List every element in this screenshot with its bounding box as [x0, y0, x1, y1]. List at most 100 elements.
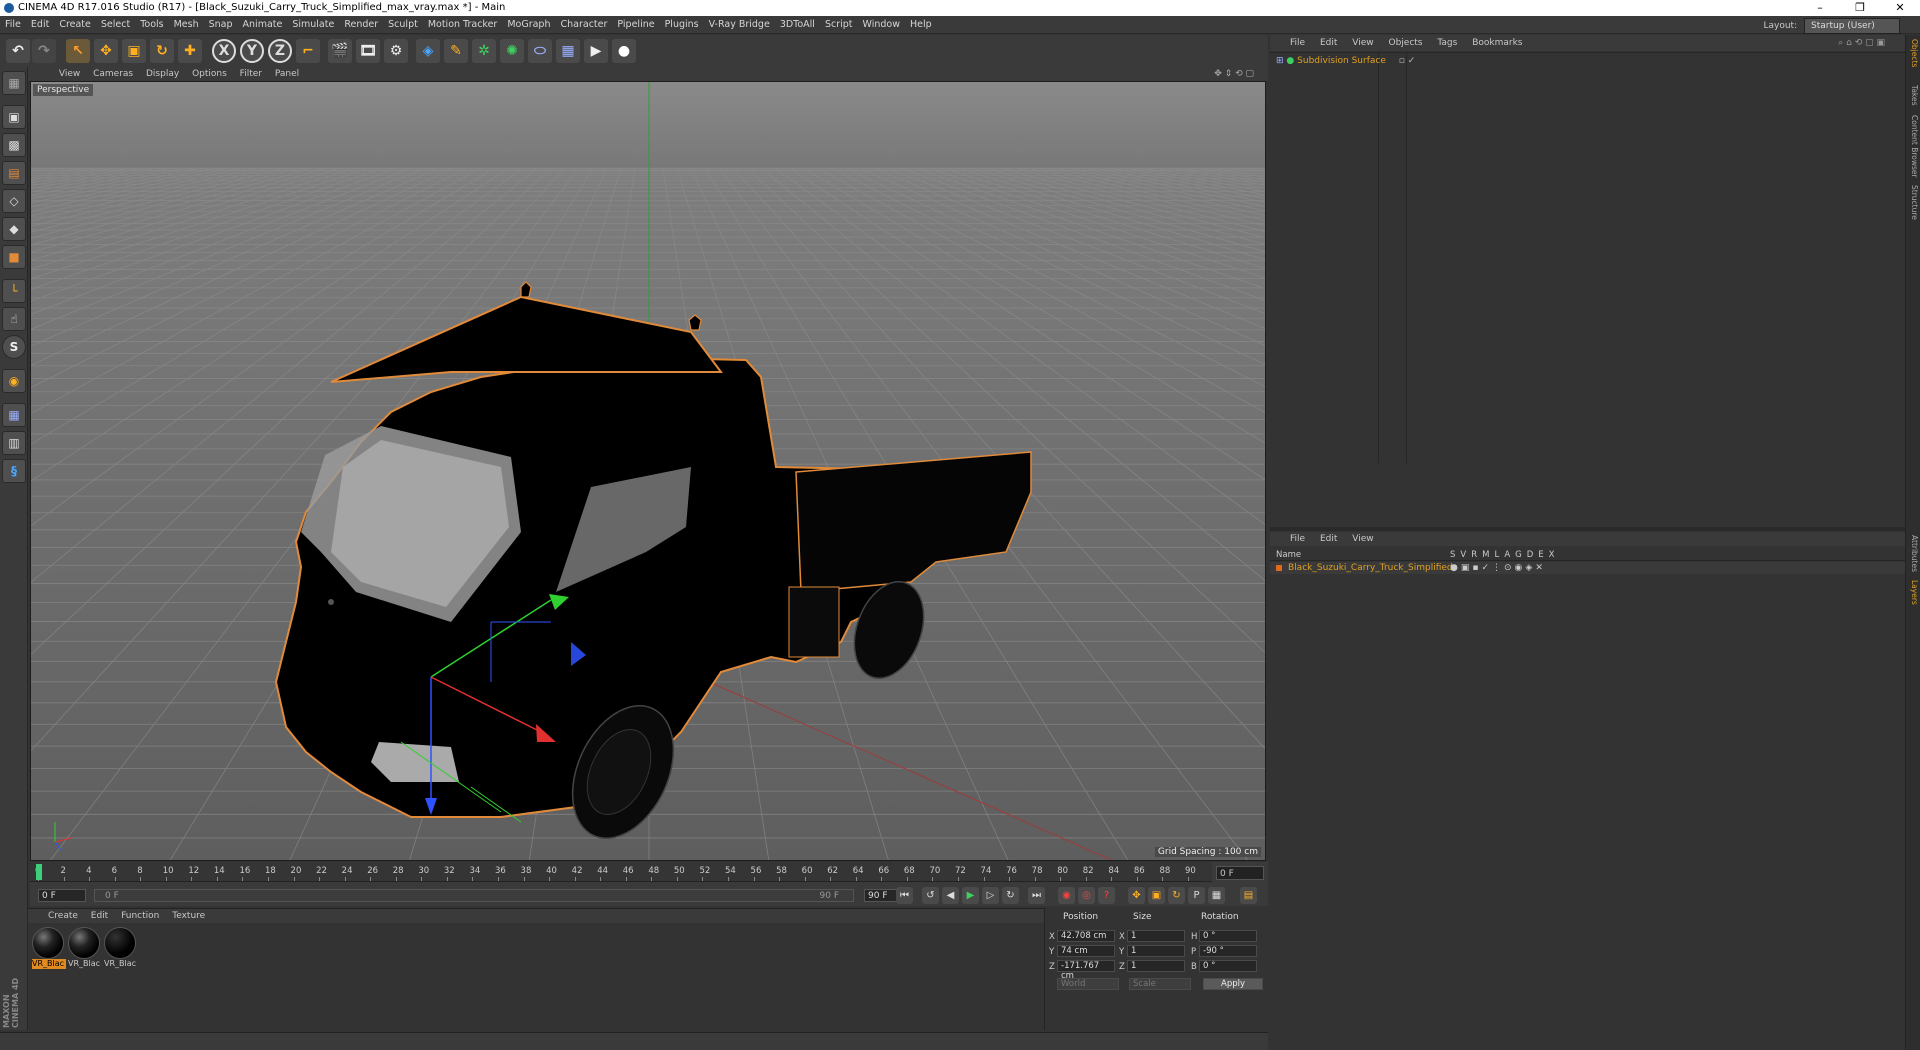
- keyframe-selection-icon[interactable]: ?: [1098, 887, 1115, 904]
- viewport-menu-cameras[interactable]: Cameras: [93, 69, 133, 79]
- object-menu-file[interactable]: File: [1290, 38, 1305, 48]
- material-menu-texture[interactable]: Texture: [172, 911, 205, 921]
- x-axis-icon[interactable]: X: [212, 39, 236, 63]
- y-axis-icon[interactable]: Y: [240, 39, 264, 63]
- object-menu-view[interactable]: View: [1352, 38, 1373, 48]
- record-icon[interactable]: ◉: [1058, 887, 1075, 904]
- size-x-field[interactable]: 1: [1127, 930, 1185, 942]
- menu-mograph[interactable]: MoGraph: [502, 16, 555, 34]
- size-mode-dropdown[interactable]: Scale: [1129, 978, 1191, 990]
- autokey-icon[interactable]: ◎: [1078, 887, 1095, 904]
- menu-motion-tracker[interactable]: Motion Tracker: [423, 16, 503, 34]
- pos-x-field[interactable]: 42.708 cm: [1057, 930, 1115, 942]
- menu-select[interactable]: Select: [96, 16, 135, 34]
- cube-icon[interactable]: ◈: [416, 39, 440, 63]
- layer-row[interactable]: Black_Suzuki_Carry_Truck_Simplified ●▣▪✓…: [1270, 562, 1905, 574]
- layout-dropdown[interactable]: Startup (User): [1804, 18, 1900, 34]
- render-settings-icon[interactable]: ⚙: [384, 39, 408, 63]
- prev-key-icon[interactable]: ↺: [922, 887, 939, 904]
- key-rotation-icon[interactable]: ↻: [1168, 887, 1185, 904]
- size-z-field[interactable]: 1: [1127, 960, 1185, 972]
- object-menu-edit[interactable]: Edit: [1320, 38, 1337, 48]
- menu-vray-bridge[interactable]: V-Ray Bridge: [704, 16, 775, 34]
- undo-icon[interactable]: ↶: [6, 39, 30, 63]
- light-icon[interactable]: ●: [612, 39, 636, 63]
- menu-tools[interactable]: Tools: [135, 16, 168, 34]
- layer-menu-view[interactable]: View: [1352, 534, 1373, 544]
- viewport-menu-display[interactable]: Display: [146, 69, 179, 79]
- tab-attributes[interactable]: Attributes: [1908, 535, 1919, 572]
- viewport-menu-panel[interactable]: Panel: [275, 69, 299, 79]
- layer-name[interactable]: Black_Suzuki_Carry_Truck_Simplified: [1288, 563, 1453, 573]
- goto-start-icon[interactable]: ⏮: [896, 887, 913, 904]
- select-icon[interactable]: ↖: [66, 39, 90, 63]
- rot-p-field[interactable]: -90 °: [1199, 945, 1257, 957]
- menu-pipeline[interactable]: Pipeline: [612, 16, 659, 34]
- tweak-icon[interactable]: ☝: [2, 307, 26, 331]
- tab-objects[interactable]: Objects: [1908, 39, 1919, 67]
- material-swatch[interactable]: VR_Blac: [104, 927, 138, 971]
- rotate-icon[interactable]: ↻: [150, 39, 174, 63]
- menu-snap[interactable]: Snap: [204, 16, 238, 34]
- array-icon[interactable]: ✺: [500, 39, 524, 63]
- playhead[interactable]: [36, 864, 42, 880]
- menu-edit[interactable]: Edit: [26, 16, 54, 34]
- deformer-icon[interactable]: ⬭: [528, 39, 552, 63]
- size-y-field[interactable]: 1: [1127, 945, 1185, 957]
- menu-render[interactable]: Render: [339, 16, 383, 34]
- camera-icon[interactable]: ▶: [584, 39, 608, 63]
- object-list[interactable]: ⊞ ● Subdivision Surface ▫ ✓: [1270, 52, 1905, 463]
- expand-icon[interactable]: ⊞: [1276, 56, 1284, 66]
- menu-3dtoall[interactable]: 3DToAll: [775, 16, 820, 34]
- key-position-icon[interactable]: ✥: [1128, 887, 1145, 904]
- workplane-grid-icon[interactable]: ▦: [2, 403, 26, 427]
- polygons-mode-icon[interactable]: ■: [2, 245, 26, 269]
- object-row-subdivision[interactable]: ⊞ ● Subdivision Surface ▫ ✓: [1276, 55, 1415, 67]
- render-view-icon[interactable]: 🎬: [328, 39, 352, 63]
- apply-button[interactable]: Apply: [1203, 978, 1263, 990]
- object-menu-objects[interactable]: Objects: [1388, 38, 1422, 48]
- timeline-ruler[interactable]: 0246810121416182022242628303234363840424…: [30, 862, 1212, 882]
- make-editable-icon[interactable]: ▦: [2, 71, 26, 95]
- viewport-menu-view[interactable]: View: [59, 69, 80, 79]
- material-swatch[interactable]: VR_Blac: [32, 927, 66, 971]
- perspective-viewport[interactable]: Perspective Grid Spacing : 100 cm: [30, 81, 1266, 861]
- current-frame-field[interactable]: 0 F: [1216, 866, 1264, 880]
- move-icon[interactable]: ✥: [94, 39, 118, 63]
- key-pla-icon[interactable]: ▦: [1208, 887, 1225, 904]
- material-menu-edit[interactable]: Edit: [91, 911, 108, 921]
- viewport-nav-icons[interactable]: ✥ ⇕ ⟲ ▢: [1214, 67, 1254, 81]
- render-picture-icon[interactable]: 🎞: [356, 39, 380, 63]
- tab-takes[interactable]: Takes: [1908, 85, 1919, 106]
- object-name[interactable]: Subdivision Surface: [1297, 56, 1386, 66]
- timeline-layout-icon[interactable]: ▤: [1240, 887, 1257, 904]
- menu-simulate[interactable]: Simulate: [287, 16, 339, 34]
- menu-script[interactable]: Script: [820, 16, 858, 34]
- pos-z-field[interactable]: -171.767 cm: [1057, 960, 1115, 981]
- key-param-icon[interactable]: P: [1188, 887, 1205, 904]
- close-button[interactable]: ✕: [1880, 0, 1920, 16]
- pen-icon[interactable]: ✎: [444, 39, 468, 63]
- lock-icon[interactable]: ▥: [2, 431, 26, 455]
- z-axis-icon[interactable]: Z: [268, 39, 292, 63]
- scale-icon[interactable]: ▣: [122, 39, 146, 63]
- python-icon[interactable]: §: [2, 459, 26, 483]
- menu-help[interactable]: Help: [905, 16, 937, 34]
- next-frame-icon[interactable]: ▷: [982, 887, 999, 904]
- object-menu-tags[interactable]: Tags: [1437, 38, 1457, 48]
- texture-mode-icon[interactable]: ▩: [2, 133, 26, 157]
- layer-flag-icons[interactable]: ●▣▪✓⋮⊙◉◈✕: [1450, 562, 1546, 574]
- minimize-button[interactable]: –: [1800, 0, 1840, 16]
- workplane-icon[interactable]: ▤: [2, 161, 26, 185]
- prev-frame-icon[interactable]: ◀: [942, 887, 959, 904]
- menu-character[interactable]: Character: [555, 16, 612, 34]
- key-scale-icon[interactable]: ▣: [1148, 887, 1165, 904]
- subdivision-icon[interactable]: ✲: [472, 39, 496, 63]
- model-mode-icon[interactable]: ▣: [2, 105, 26, 129]
- layer-menu-edit[interactable]: Edit: [1320, 534, 1337, 544]
- material-menu-create[interactable]: Create: [48, 911, 78, 921]
- layer-color-swatch[interactable]: [1276, 565, 1282, 571]
- goto-end-icon[interactable]: ⏭: [1028, 887, 1045, 904]
- edges-mode-icon[interactable]: ◆: [2, 217, 26, 241]
- next-key-icon[interactable]: ↻: [1002, 887, 1019, 904]
